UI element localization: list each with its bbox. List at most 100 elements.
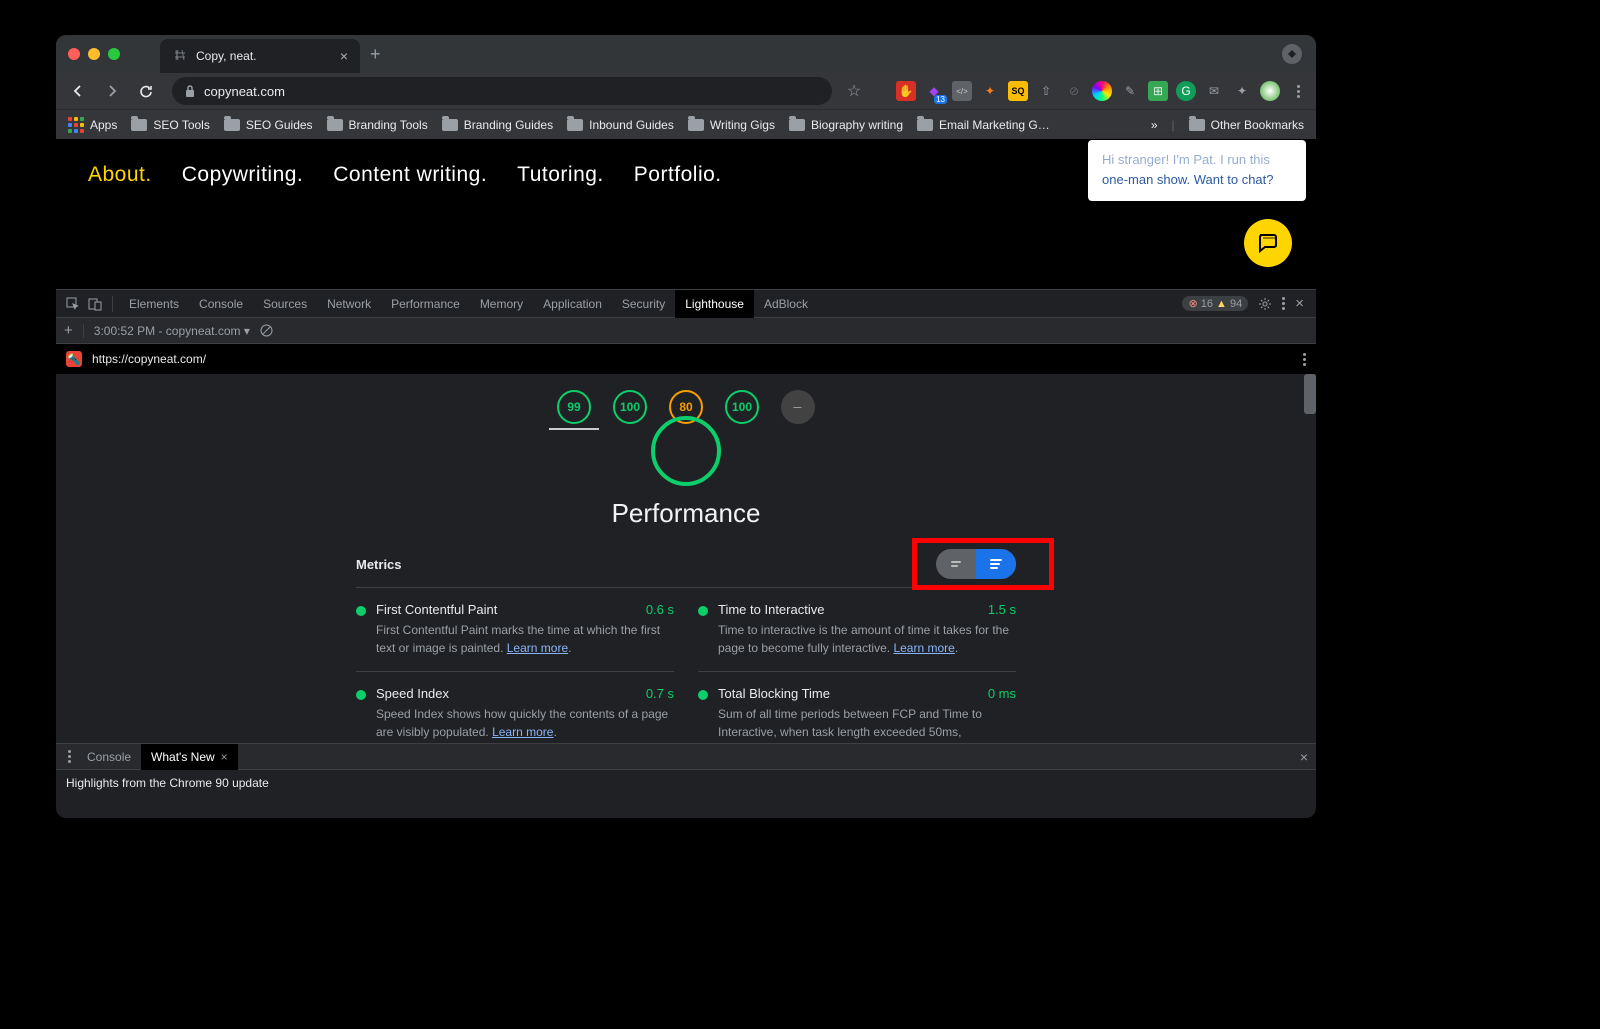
expanded-view-icon: [990, 559, 1002, 569]
tab-memory[interactable]: Memory: [470, 290, 533, 318]
bookmark-folder[interactable]: SEO Guides: [224, 118, 313, 132]
drawer-close-icon[interactable]: ×: [1300, 749, 1308, 765]
tab-elements[interactable]: Elements: [119, 290, 189, 318]
pwa-gauge[interactable]: PWA—: [781, 390, 815, 424]
bookmark-folder[interactable]: Branding Tools: [327, 118, 428, 132]
star-icon[interactable]: ☆: [840, 77, 868, 105]
ext-icon[interactable]: ⇧: [1036, 81, 1056, 101]
chat-bubble[interactable]: Hi stranger! I'm Pat. I run this one-man…: [1088, 140, 1306, 201]
devtools-menu-icon[interactable]: [1282, 297, 1285, 310]
tab-application[interactable]: Application: [533, 290, 612, 318]
bookmark-folder[interactable]: Writing Gigs: [688, 118, 775, 132]
metric-title: Speed Index: [376, 686, 674, 701]
address-bar: copyneat.com ☆ ✋ ◆13 </> ✦ SQ ⇧ ⊘ ✎ ⊞ G …: [56, 73, 1316, 109]
ext-icon[interactable]: SQ: [1008, 81, 1028, 101]
ext-icon[interactable]: ⊘: [1064, 81, 1084, 101]
tab-performance[interactable]: Performance: [381, 290, 470, 318]
nav-tutoring[interactable]: Tutoring.: [517, 163, 604, 187]
settings-icon[interactable]: [1258, 297, 1272, 311]
url-box[interactable]: copyneat.com: [172, 77, 832, 105]
ext-icon[interactable]: ✦: [980, 81, 1000, 101]
bookmark-folder[interactable]: Inbound Guides: [567, 118, 674, 132]
drawer-content: Highlights from the Chrome 90 update: [56, 770, 1316, 796]
folder-icon: [327, 119, 343, 131]
learn-more-link[interactable]: Learn more: [507, 641, 568, 655]
browser-window: Copy, neat. × + copyneat.com ☆ ✋ ◆13 </>…: [56, 35, 1316, 818]
report-menu-icon[interactable]: [1303, 353, 1306, 366]
bookmark-folder[interactable]: Email Marketing G…: [917, 118, 1050, 132]
lock-icon: [184, 84, 196, 98]
ext-icon[interactable]: [1092, 81, 1112, 101]
ext-icon[interactable]: ⊞: [1148, 81, 1168, 101]
score-gauge[interactable]: 100: [613, 390, 647, 424]
new-tab-button[interactable]: +: [370, 44, 381, 65]
inspect-icon[interactable]: [62, 290, 84, 318]
reload-button[interactable]: [132, 77, 160, 105]
error-badge[interactable]: ⊗ 16 ▲ 94: [1182, 296, 1248, 311]
maximize-window[interactable]: [108, 48, 120, 60]
back-button[interactable]: [64, 77, 92, 105]
nav-content[interactable]: Content writing.: [333, 163, 487, 187]
extension-icons: ✋ ◆13 </> ✦ SQ ⇧ ⊘ ✎ ⊞ G ✉ ✦: [896, 81, 1308, 101]
bookmark-folder[interactable]: SEO Tools: [131, 118, 209, 132]
other-bookmarks[interactable]: Other Bookmarks: [1189, 118, 1304, 132]
apps-button[interactable]: Apps: [68, 117, 117, 133]
tab-sources[interactable]: Sources: [253, 290, 317, 318]
tab-security[interactable]: Security: [612, 290, 675, 318]
ext-icon[interactable]: [1260, 81, 1280, 101]
forward-button[interactable]: [98, 77, 126, 105]
scrollbar-thumb[interactable]: [1304, 374, 1316, 414]
bookmark-folder[interactable]: Biography writing: [789, 118, 903, 132]
ext-icon[interactable]: ◆13: [924, 81, 944, 101]
ext-icon[interactable]: </>: [952, 81, 972, 101]
report-selector[interactable]: 3:00:52 PM - copyneat.com ▾: [94, 324, 250, 338]
minimize-window[interactable]: [88, 48, 100, 60]
drawer-menu-icon[interactable]: [68, 750, 71, 763]
bookmark-folder[interactable]: Branding Guides: [442, 118, 553, 132]
report-url: https://copyneat.com/: [92, 352, 206, 366]
learn-more-link[interactable]: Learn more: [492, 725, 553, 739]
folder-icon: [442, 119, 458, 131]
tab-lighthouse[interactable]: Lighthouse: [675, 290, 754, 318]
window-controls: [68, 48, 120, 60]
clear-icon[interactable]: [260, 324, 273, 337]
chat-fab[interactable]: [1244, 219, 1292, 267]
score-gauge[interactable]: 100: [725, 390, 759, 424]
tab-adblock[interactable]: AdBlock: [754, 290, 818, 318]
tab-network[interactable]: Network: [317, 290, 381, 318]
devtools-panel: Elements Console Sources Network Perform…: [56, 289, 1316, 796]
bookmark-overflow[interactable]: »: [1151, 118, 1158, 132]
metric-value: 0.6 s: [646, 602, 674, 617]
nav-portfolio[interactable]: Portfolio.: [634, 163, 722, 187]
ext-icon[interactable]: ✉: [1204, 81, 1224, 101]
tab-title: Copy, neat.: [196, 49, 256, 63]
profile-avatar[interactable]: [1282, 44, 1302, 64]
close-devtools-icon[interactable]: ×: [1295, 295, 1304, 312]
tab-console[interactable]: Console: [189, 290, 253, 318]
chrome-menu-icon[interactable]: [1288, 81, 1308, 101]
ext-icon[interactable]: G: [1176, 81, 1196, 101]
score-gauge[interactable]: 99: [557, 390, 591, 424]
view-toggle[interactable]: [936, 549, 1016, 579]
status-dot: [356, 606, 366, 616]
close-window[interactable]: [68, 48, 80, 60]
drawer-tab-console[interactable]: Console: [77, 744, 141, 770]
drawer-tab-whatsnew[interactable]: What's New×: [141, 744, 238, 770]
titlebar: Copy, neat. × +: [56, 35, 1316, 73]
page-content: About. Copywriting. Content writing. Tut…: [56, 139, 1316, 289]
nav-copywriting[interactable]: Copywriting.: [182, 163, 304, 187]
metrics-heading: Metrics: [356, 557, 402, 572]
collapsed-view-icon: [951, 561, 961, 567]
status-dot: [698, 606, 708, 616]
extensions-icon[interactable]: ✦: [1232, 81, 1252, 101]
ext-icon[interactable]: ✎: [1120, 81, 1140, 101]
ext-icon[interactable]: ✋: [896, 81, 916, 101]
nav-about[interactable]: About.: [88, 163, 152, 187]
metric-title: Time to Interactive: [718, 602, 1016, 617]
tab-close-icon[interactable]: ×: [340, 48, 348, 64]
folder-icon: [567, 119, 583, 131]
learn-more-link[interactable]: Learn more: [893, 641, 954, 655]
browser-tab[interactable]: Copy, neat. ×: [160, 39, 360, 73]
device-toggle-icon[interactable]: [84, 290, 106, 318]
new-report-button[interactable]: +: [64, 322, 73, 339]
